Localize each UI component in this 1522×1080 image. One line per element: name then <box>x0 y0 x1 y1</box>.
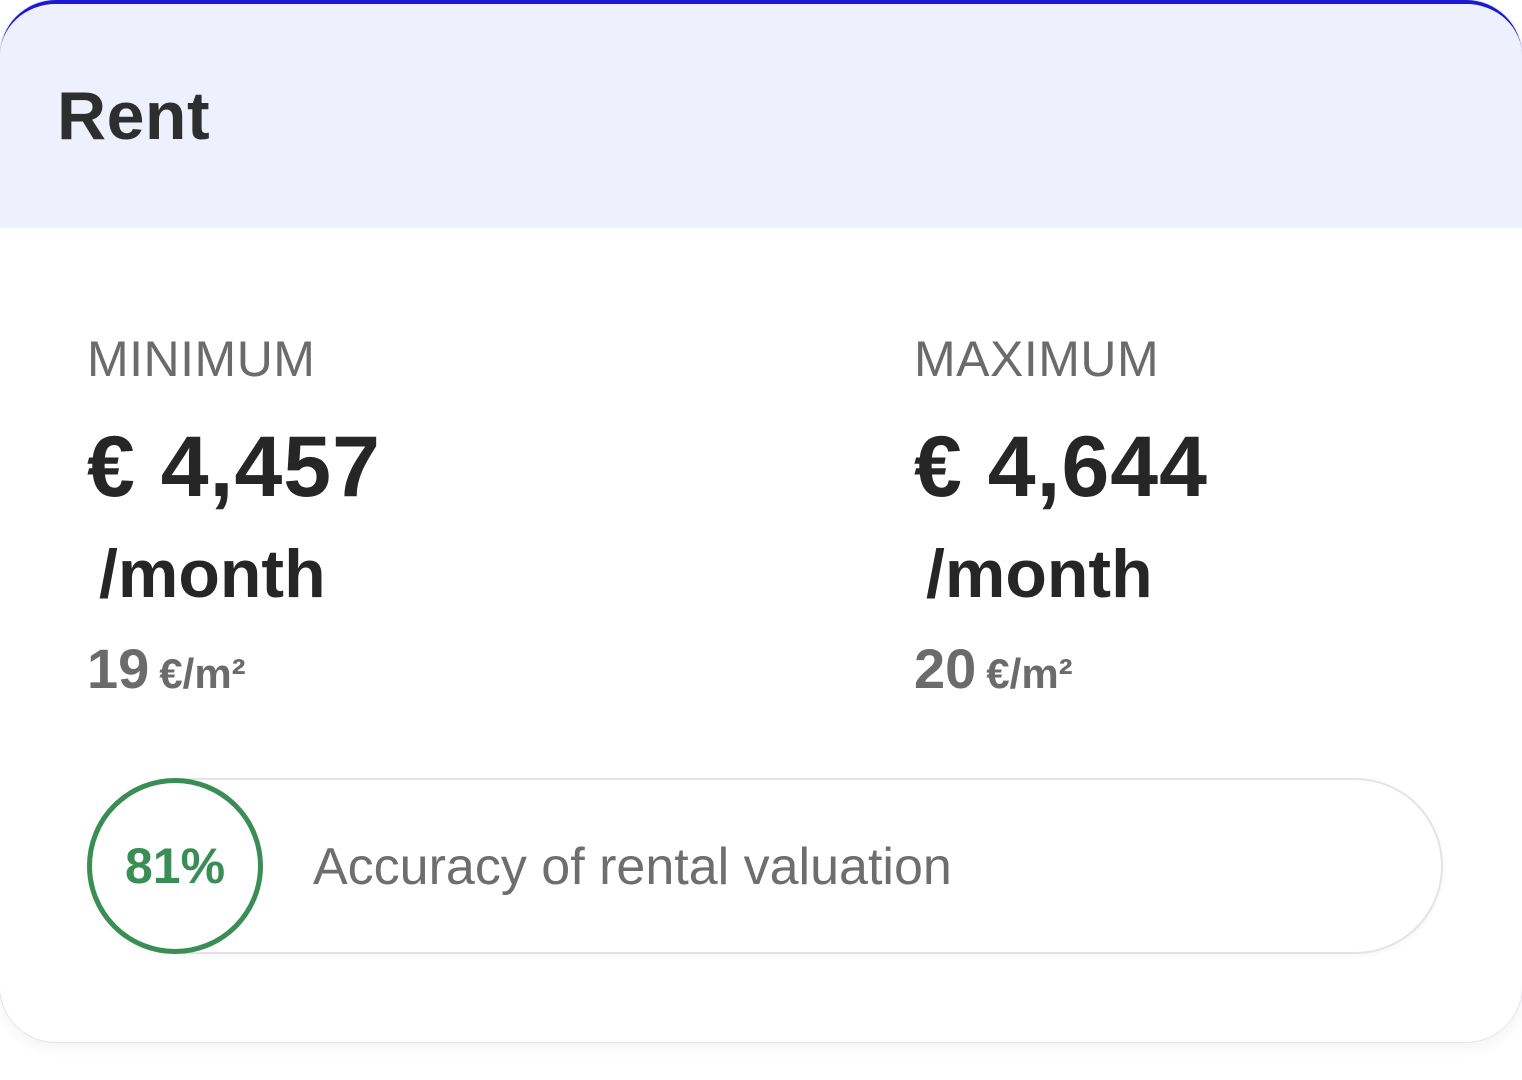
accuracy-ring: 81% <box>87 778 263 954</box>
accuracy-indicator: 81% Accuracy of rental valuation <box>87 778 1443 954</box>
minimum-sqm-value: 19 <box>87 637 150 700</box>
accuracy-percentage: 81% <box>124 838 226 894</box>
maximum-rent-column: MAXIMUM € 4,644 /month 20 €/m² <box>914 324 1514 704</box>
minimum-label: MINIMUM <box>87 331 316 387</box>
minimum-price: € 4,457 <box>87 419 381 515</box>
minimum-period: /month <box>99 536 326 612</box>
minimum-rent-column: MINIMUM € 4,457 /month 19 €/m² <box>87 324 687 704</box>
accuracy-label: Accuracy of rental valuation <box>313 838 952 896</box>
maximum-sqm-unit: €/m² <box>986 650 1073 697</box>
maximum-price: € 4,644 <box>914 419 1208 515</box>
maximum-label: MAXIMUM <box>914 331 1160 387</box>
rent-card: Rent MINIMUM € 4,457 /month 19 €/m² MAXIM… <box>0 0 1522 1042</box>
minimum-sqm-unit: €/m² <box>159 650 246 697</box>
maximum-sqm-value: 20 <box>914 637 977 700</box>
minimum-price-per-sqm: 19 €/m² <box>87 634 687 704</box>
card-title: Rent <box>57 78 211 154</box>
maximum-price-per-sqm: 20 €/m² <box>914 634 1514 704</box>
maximum-period: /month <box>926 536 1153 612</box>
card-header: Rent <box>0 4 1522 228</box>
